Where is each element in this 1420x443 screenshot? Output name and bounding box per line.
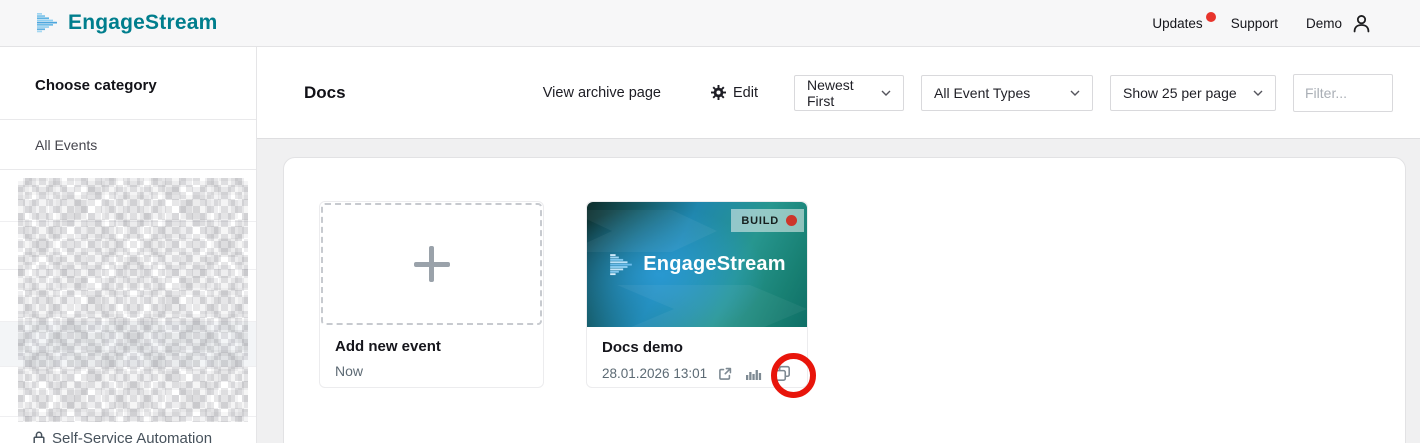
- duplicate-icon[interactable]: [774, 365, 791, 382]
- sidebar-item-redacted-2[interactable]: [0, 222, 256, 270]
- event-card-docs-demo[interactable]: EngageStream BUILD Docs demo 28.01.2026 …: [586, 201, 808, 388]
- edit-button[interactable]: Edit: [711, 85, 758, 101]
- sidebar-item-redacted-1[interactable]: [0, 170, 256, 222]
- topbar-nav: Updates Support Demo: [1152, 13, 1372, 34]
- gear-icon: [711, 85, 726, 100]
- view-archive-link[interactable]: View archive page: [543, 85, 661, 101]
- chevron-down-icon: [1070, 90, 1080, 96]
- sidebar-item-redacted-selected[interactable]: [0, 322, 256, 367]
- toolbar: Docs View archive page: [257, 47, 1420, 139]
- thumbnail-brand-name: EngageStream: [643, 253, 785, 276]
- stream-triangle-icon: [35, 11, 59, 35]
- event-type-dropdown-value: All Event Types: [934, 85, 1030, 101]
- event-timestamp: 28.01.2026 13:01: [602, 366, 707, 381]
- plus-icon: [414, 246, 450, 282]
- top-bar: EngageStream Updates Support Demo: [0, 0, 1420, 47]
- sort-dropdown[interactable]: Newest First: [794, 75, 904, 111]
- add-event-title: Add new event: [335, 338, 528, 355]
- category-sidebar: Choose category All Events Self-Service …: [0, 47, 257, 443]
- lock-icon: [33, 431, 45, 443]
- event-card-grid: Add new event Now: [319, 201, 1405, 388]
- edit-label: Edit: [733, 85, 758, 101]
- event-type-dropdown[interactable]: All Event Types: [921, 75, 1093, 111]
- user-icon: [1351, 13, 1372, 34]
- chevron-down-icon: [1253, 90, 1263, 96]
- brand-logo[interactable]: EngageStream: [35, 11, 217, 35]
- filter-input[interactable]: [1293, 74, 1393, 112]
- sidebar-item-label: Self-Service Automation: [52, 430, 212, 443]
- brand-name: EngageStream: [68, 11, 217, 35]
- build-status-badge: BUILD: [731, 209, 804, 232]
- add-event-subtitle: Now: [335, 363, 528, 379]
- page-size-dropdown[interactable]: Show 25 per page: [1110, 75, 1276, 111]
- event-title: Docs demo: [602, 339, 792, 356]
- build-badge-label: BUILD: [741, 215, 779, 227]
- sidebar-item-redacted-3[interactable]: [0, 270, 256, 322]
- sidebar-heading: Choose category: [0, 47, 256, 120]
- stream-triangle-icon: [608, 252, 634, 278]
- support-link[interactable]: Support: [1231, 16, 1278, 31]
- stats-icon[interactable]: [745, 366, 762, 382]
- add-event-dropzone[interactable]: [321, 203, 542, 325]
- user-name: Demo: [1306, 16, 1342, 31]
- page-size-dropdown-value: Show 25 per page: [1123, 85, 1237, 101]
- thumbnail-brand-logo: EngageStream: [608, 252, 785, 278]
- main-area: Docs View archive page: [257, 47, 1420, 443]
- open-external-icon[interactable]: [717, 366, 733, 382]
- thumb-decoration: [587, 210, 717, 252]
- sidebar-item-redacted-5[interactable]: [0, 367, 256, 417]
- chevron-down-icon: [881, 90, 891, 96]
- sort-dropdown-value: Newest First: [807, 77, 881, 109]
- sidebar-item-self-service[interactable]: Self-Service Automation: [33, 430, 212, 443]
- user-menu[interactable]: Demo: [1306, 13, 1372, 34]
- updates-notification-dot: [1206, 12, 1216, 22]
- content-area: Add new event Now: [257, 139, 1420, 443]
- app-window: EngageStream Updates Support Demo Choose…: [0, 0, 1420, 443]
- recording-dot-icon: [786, 215, 797, 226]
- thumb-decoration: [617, 285, 807, 327]
- events-panel: Add new event Now: [283, 157, 1406, 443]
- event-thumbnail[interactable]: EngageStream BUILD: [587, 202, 807, 327]
- event-actions: [717, 365, 792, 382]
- page-title: Docs: [304, 83, 346, 103]
- add-event-card[interactable]: Add new event Now: [319, 201, 544, 388]
- updates-link[interactable]: Updates: [1152, 16, 1202, 31]
- sidebar-item-all-events[interactable]: All Events: [0, 120, 256, 170]
